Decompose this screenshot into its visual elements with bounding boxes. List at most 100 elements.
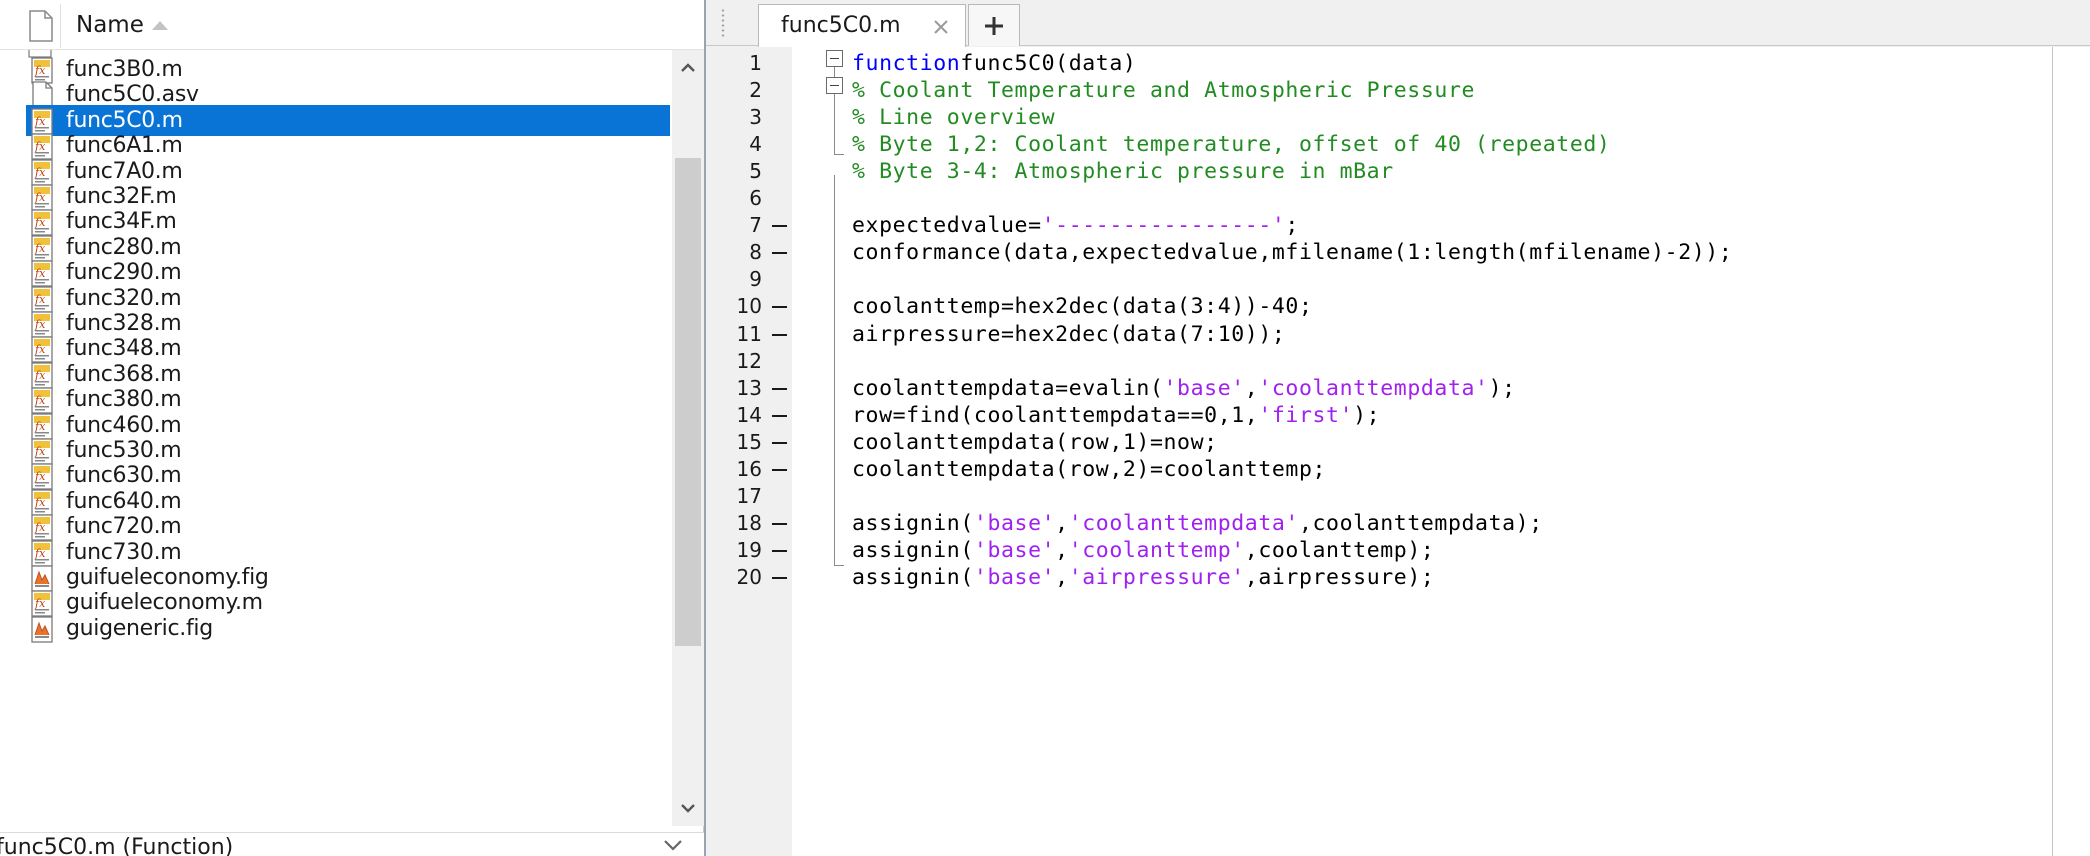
svg-text:fx: fx xyxy=(34,166,46,179)
code-token: ,airpressure); xyxy=(1244,565,1435,590)
code-line[interactable]: expectedvalue='----------------'; xyxy=(852,213,1299,238)
code-token: , xyxy=(1055,538,1069,563)
executable-line-marker[interactable] xyxy=(772,225,787,227)
svg-text:fx: fx xyxy=(34,445,46,458)
code-line[interactable]: coolanttempdata(row,1)=now; xyxy=(852,430,1218,455)
file-name: func380.m xyxy=(66,387,182,412)
add-tab-button[interactable] xyxy=(968,4,1020,46)
code-line[interactable]: % Line overview xyxy=(852,105,1055,130)
code-line[interactable]: assignin('base','airpressure',airpressur… xyxy=(852,565,1434,590)
code-line[interactable]: coolanttempdata(row,2)=coolanttemp; xyxy=(852,457,1326,482)
executable-line-marker[interactable] xyxy=(772,415,787,417)
line-number: 1 xyxy=(749,51,762,75)
svg-text:fx: fx xyxy=(34,216,46,229)
scroll-down-arrow-icon[interactable] xyxy=(678,798,698,818)
string-token: 'base' xyxy=(973,511,1056,536)
code-token: coolanttemp=hex2dec(data(3:4))-40; xyxy=(852,294,1313,319)
svg-text:fx: fx xyxy=(34,547,46,560)
executable-line-marker[interactable] xyxy=(772,577,787,579)
line-number: 15 xyxy=(736,430,762,454)
line-number: 11 xyxy=(736,322,762,346)
executable-line-marker[interactable] xyxy=(772,523,787,525)
line-number: 2 xyxy=(749,78,762,102)
executable-line-marker[interactable] xyxy=(772,442,787,444)
svg-text:fx: fx xyxy=(34,470,46,483)
line-number: 6 xyxy=(749,186,762,210)
file-list: fx func3B0.m func5C0.asv fx func5C0.m fx func6… xyxy=(0,50,672,826)
file-name: func5C0.asv xyxy=(66,82,199,107)
code-line[interactable]: functionfunc5C0(data) xyxy=(852,51,1136,76)
scroll-up-arrow-icon[interactable] xyxy=(678,58,698,78)
file-name: func290.m xyxy=(66,260,182,285)
executable-line-marker[interactable] xyxy=(772,388,787,390)
line-number: 14 xyxy=(736,403,762,427)
scrollbar-thumb[interactable] xyxy=(675,158,701,646)
line-number: 5 xyxy=(749,159,762,183)
executable-line-marker[interactable] xyxy=(772,469,787,471)
file-list-scrollbar[interactable] xyxy=(672,50,704,826)
sort-ascending-icon[interactable] xyxy=(150,18,170,32)
svg-text:fx: fx xyxy=(34,597,46,610)
executable-line-marker[interactable] xyxy=(772,306,787,308)
code-token: assignin( xyxy=(852,565,974,590)
code-token: expectedvalue= xyxy=(852,213,1042,238)
line-number: 9 xyxy=(749,267,762,291)
line-number: 12 xyxy=(736,349,762,373)
code-token: , xyxy=(1055,511,1069,536)
svg-text:fx: fx xyxy=(34,318,46,331)
code-line[interactable]: coolanttempdata=evalin('base','coolantte… xyxy=(852,376,1516,401)
fold-toggle-function[interactable] xyxy=(826,50,843,67)
name-column-header[interactable]: Name xyxy=(76,12,144,38)
current-folder-browser: Name fx func3B0.m func5C0.asv fx func5C0.m fx… xyxy=(0,0,704,856)
code-token: , xyxy=(1055,565,1069,590)
file-name: func34F.m xyxy=(66,209,177,234)
code-line[interactable]: assignin('base','coolanttempdata',coolan… xyxy=(852,511,1543,536)
code-line[interactable]: conformance(data,expectedvalue,mfilename… xyxy=(852,240,1732,265)
string-token: 'base' xyxy=(973,538,1056,563)
code-token: ); xyxy=(1353,403,1381,428)
code-folding-column xyxy=(792,47,840,856)
file-row[interactable]: guigeneric.fig xyxy=(26,613,670,644)
tab-title: func5C0.m xyxy=(781,13,901,38)
string-token: 'coolanttempdata' xyxy=(1258,376,1489,401)
chevron-down-icon[interactable] xyxy=(662,839,684,853)
close-icon[interactable] xyxy=(931,17,951,37)
string-token: 'airpressure' xyxy=(1068,565,1245,590)
editor-right-strip xyxy=(2053,47,2090,856)
line-number: 13 xyxy=(736,376,762,400)
fold-toggle-comment[interactable] xyxy=(826,77,843,94)
code-line[interactable]: % Coolant Temperature and Atmospheric Pr… xyxy=(852,78,1475,103)
fold-guide-end xyxy=(834,154,844,155)
code-token: coolanttempdata(row,2)=coolanttemp; xyxy=(852,457,1327,482)
executable-line-marker[interactable] xyxy=(772,334,787,336)
executable-line-marker[interactable] xyxy=(772,550,787,552)
drag-grip-icon[interactable] xyxy=(720,8,726,38)
file-name: guifueleconomy.m xyxy=(66,590,263,615)
line-number: 10 xyxy=(736,294,762,318)
details-bar[interactable]: func5C0.m (Function) xyxy=(0,832,704,856)
svg-text:fx: fx xyxy=(34,64,46,77)
code-line[interactable]: % Byte 1,2: Coolant temperature, offset … xyxy=(852,132,1610,157)
code-token: airpressure=hex2dec(data(7:10)); xyxy=(852,322,1286,347)
svg-text:fx: fx xyxy=(34,242,46,255)
code-line[interactable]: % Byte 3-4: Atmospheric pressure in mBar xyxy=(852,159,1394,184)
fold-guide xyxy=(834,175,835,565)
svg-text:fx: fx xyxy=(34,369,46,382)
code-line[interactable]: assignin('base','coolanttemp',coolanttem… xyxy=(852,538,1434,563)
code-token: ,coolanttemp); xyxy=(1244,538,1435,563)
code-line[interactable]: coolanttemp=hex2dec(data(3:4))-40; xyxy=(852,294,1313,319)
executable-line-marker[interactable] xyxy=(772,252,787,254)
svg-text:fx: fx xyxy=(34,496,46,509)
svg-text:fx: fx xyxy=(34,420,46,433)
file-name: func630.m xyxy=(66,463,182,488)
code-editor[interactable]: 1 functionfunc5C0(data) 2 % Coolant Tempera… xyxy=(706,47,2090,856)
svg-text:fx: fx xyxy=(34,267,46,280)
string-token: '----------------' xyxy=(1041,213,1286,238)
line-number: 20 xyxy=(736,565,762,589)
code-line[interactable]: airpressure=hex2dec(data(7:10)); xyxy=(852,322,1285,347)
fig-file-icon xyxy=(26,613,58,644)
line-number: 3 xyxy=(749,105,762,129)
tab-func5C0[interactable]: func5C0.m xyxy=(758,4,966,47)
comment-token: % Byte 3-4: Atmospheric pressure in mBar xyxy=(852,159,1394,184)
code-line[interactable]: row=find(coolanttempdata==0,1,'first'); xyxy=(852,403,1380,428)
